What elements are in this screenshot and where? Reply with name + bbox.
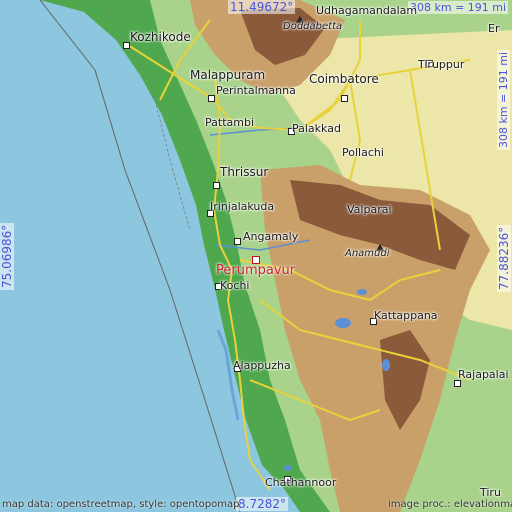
coord-top: 11.49672° xyxy=(228,0,296,14)
coord-bottom: 8.7282° xyxy=(236,497,288,511)
label-tiru: Tiru xyxy=(480,486,501,499)
label-kochi: Kochi xyxy=(220,279,250,292)
label-tiruppur: Tiruppur xyxy=(418,58,465,71)
scale-top: 308 km = 191 mi xyxy=(408,1,509,14)
attribution-map-data: map data: openstreetmap, style: opentopo… xyxy=(2,499,240,510)
label-chathannoor: Chathannoor xyxy=(265,476,337,489)
label-angamaly: Angamaly xyxy=(243,230,299,243)
label-irinjalakuda: Irinjalakuda xyxy=(210,200,275,213)
label-kattappana: Kattappana xyxy=(374,309,438,322)
label-rajapalai: Rajapalai xyxy=(458,368,509,381)
label-anamudi: Anamudi xyxy=(345,248,390,259)
city-marker-coimbatore xyxy=(341,95,348,102)
attribution-image-proc: image proc.: elevationmap xyxy=(388,499,512,510)
label-pattambi: Pattambi xyxy=(205,116,255,129)
label-udhagamandalam: Udhagamandalam xyxy=(316,4,418,17)
label-pollachi: Pollachi xyxy=(342,146,384,159)
topographic-map[interactable]: 11.49672° 8.7282° 75.06986° 77.88236° 30… xyxy=(0,0,512,512)
label-malappuram: Malappuram xyxy=(190,68,266,82)
city-marker-angamaly xyxy=(234,238,241,245)
city-marker-kozhikode xyxy=(123,42,130,49)
label-valparai: Valparai xyxy=(347,203,392,216)
city-marker-rajapalai xyxy=(454,380,461,387)
label-kozhikode: Kozhikode xyxy=(130,30,191,44)
city-marker-perintalmanna xyxy=(208,95,215,102)
coord-right: 77.88236° xyxy=(497,224,511,292)
scale-right: 308 km = 191 mi xyxy=(497,49,510,150)
label-doddabetta: Doddabetta xyxy=(283,21,343,32)
label-alappuzha: Alappuzha xyxy=(233,359,291,372)
label-coimbatore: Coimbatore xyxy=(309,72,379,86)
label-thrissur: Thrissur xyxy=(220,165,269,179)
label-palakkad: Palakkad xyxy=(292,122,341,135)
city-marker-thrissur xyxy=(213,182,220,189)
label-er: Er xyxy=(488,22,500,35)
coord-left: 75.06986° xyxy=(0,222,14,290)
label-perintalmanna: Perintalmanna xyxy=(216,84,296,97)
label-perumpavur[interactable]: Perumpavur xyxy=(216,263,295,278)
